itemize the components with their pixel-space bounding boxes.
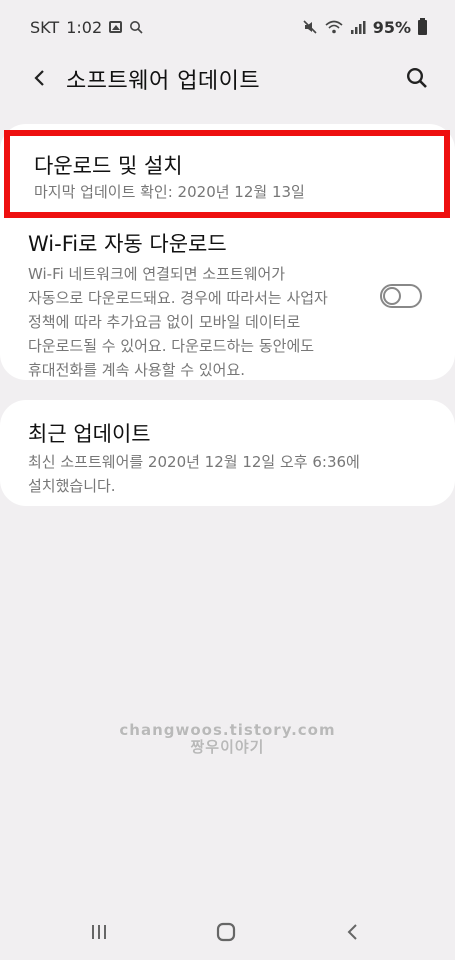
search-icon (406, 67, 427, 88)
recent-apps-button[interactable] (84, 918, 114, 946)
recent-update-title: 최근 업데이트 (28, 422, 151, 446)
back-arrow-icon (34, 70, 44, 86)
search-icon (130, 21, 143, 34)
status-left: SKT 1:02 (30, 18, 143, 37)
recent-update-description: 최신 소프트웨어를 2020년 12월 12일 오후 6:36에 설치했습니다. (28, 453, 360, 495)
app-header: 소프트웨어 업데이트 (0, 54, 455, 102)
wifi-auto-download-toggle[interactable] (380, 284, 422, 308)
battery-percent: 95% (372, 17, 411, 37)
back-icon (347, 924, 357, 940)
recent-update-item[interactable]: 최근 업데이트 최신 소프트웨어를 2020년 12월 12일 오후 6:36에… (0, 400, 455, 506)
status-bar: SKT 1:02 95% (0, 0, 455, 54)
carrier-label: SKT (30, 17, 60, 37)
home-icon (216, 922, 236, 942)
wifi-icon (325, 20, 343, 34)
back-button[interactable] (26, 64, 54, 92)
toggle-knob (383, 287, 401, 305)
last-update-check: 마지막 업데이트 확인: 2020년 12월 13일 (34, 183, 305, 201)
battery-icon (418, 17, 427, 35)
mute-icon (303, 20, 317, 34)
recent-apps-icon (92, 925, 106, 939)
wifi-auto-download-title: Wi-Fi로 자동 다운로드 (28, 232, 227, 256)
wifi-auto-download-description: Wi-Fi 네트워크에 연결되면 소프트웨어가 자동으로 다운로드돼요. 경우에… (28, 265, 328, 379)
search-button[interactable] (403, 64, 431, 92)
download-and-install-item[interactable]: 다운로드 및 설치 마지막 업데이트 확인: 2020년 12월 13일 (4, 130, 450, 218)
page-title: 소프트웨어 업데이트 (66, 69, 261, 94)
home-button[interactable] (211, 918, 241, 946)
image-icon (109, 21, 123, 33)
watermark-url: changwoos.tistory.com (119, 721, 336, 739)
navigation-bar (0, 904, 455, 960)
nav-back-button[interactable] (338, 918, 368, 946)
status-right: 95% (302, 17, 427, 37)
signal-icon (350, 21, 366, 34)
download-and-install-title: 다운로드 및 설치 (34, 154, 183, 178)
watermark: changwoos.tistory.com 짱우이야기 (0, 722, 455, 756)
clock: 1:02 (66, 17, 103, 37)
watermark-blog-name: 짱우이야기 (190, 738, 265, 756)
